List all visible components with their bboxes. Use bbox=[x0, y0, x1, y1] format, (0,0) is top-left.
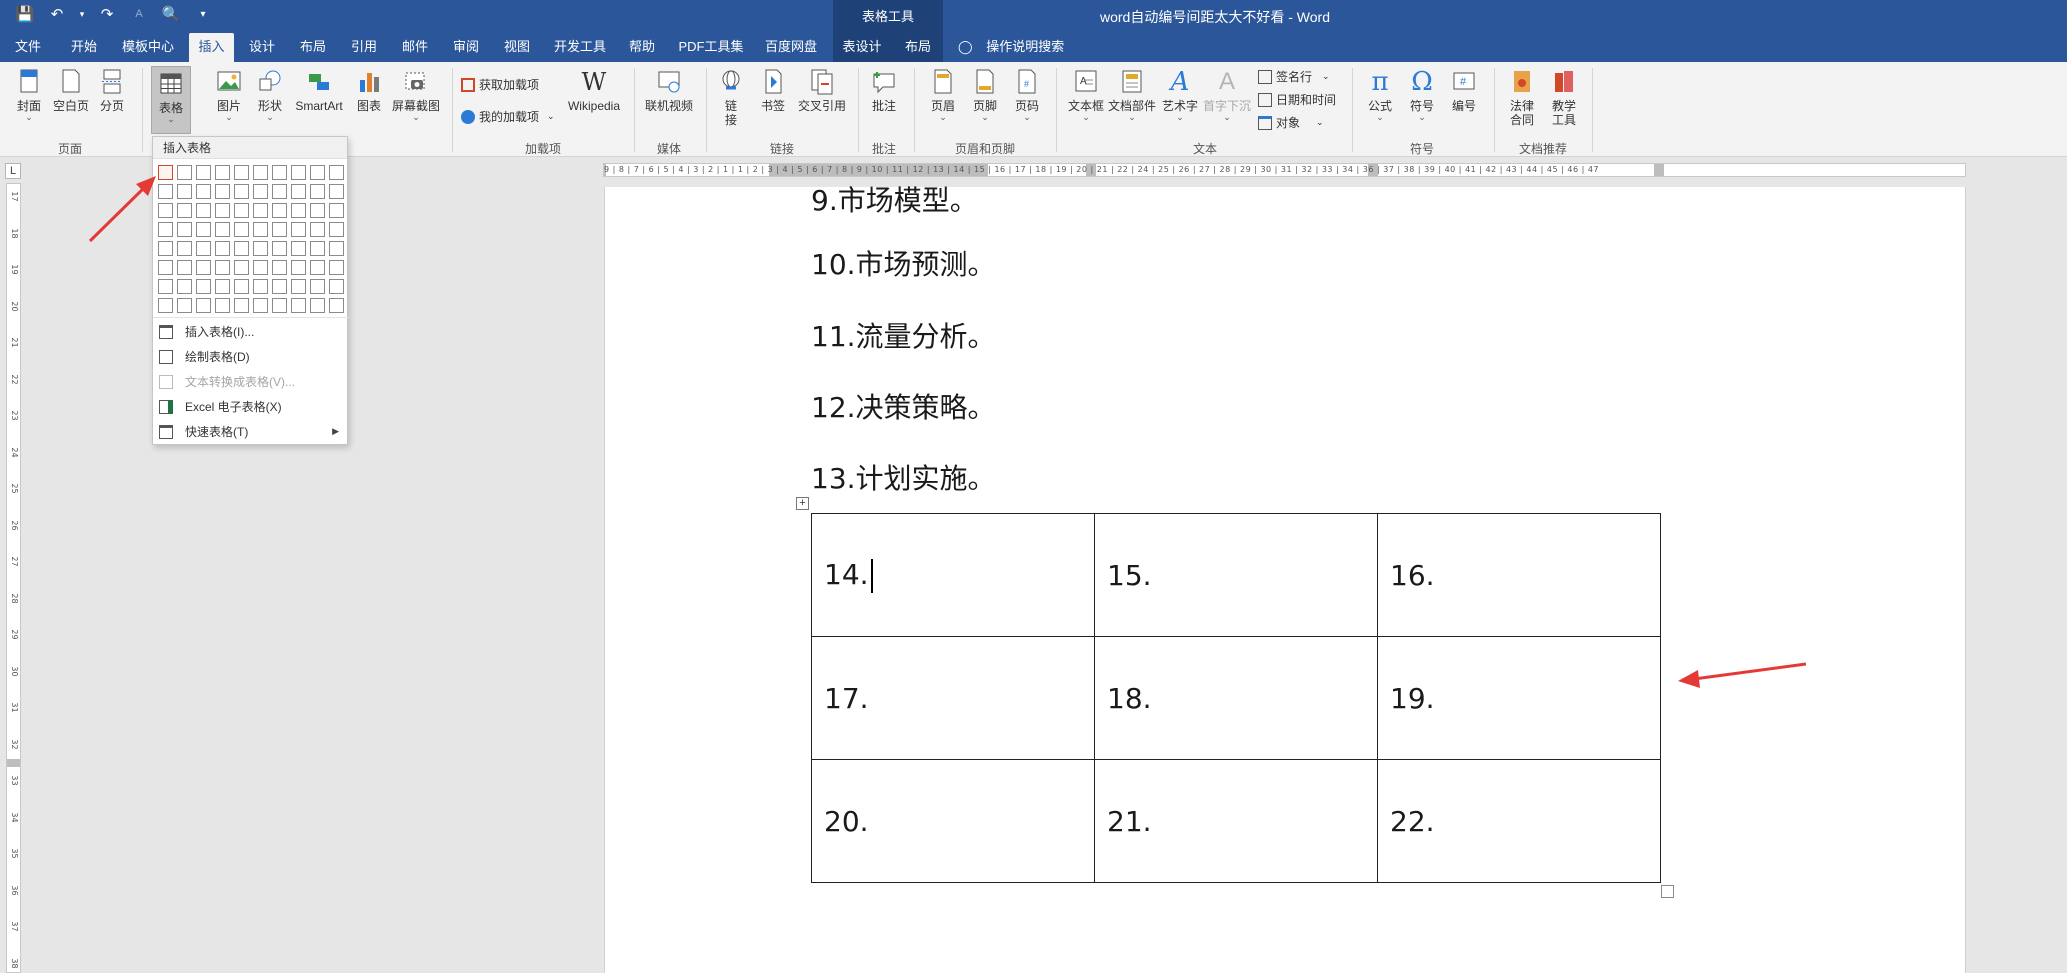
annotation-arrow-table-grid bbox=[88, 176, 156, 243]
annotation-overlay bbox=[88, 176, 1807, 688]
annotation-arrow-table bbox=[1678, 662, 1807, 688]
